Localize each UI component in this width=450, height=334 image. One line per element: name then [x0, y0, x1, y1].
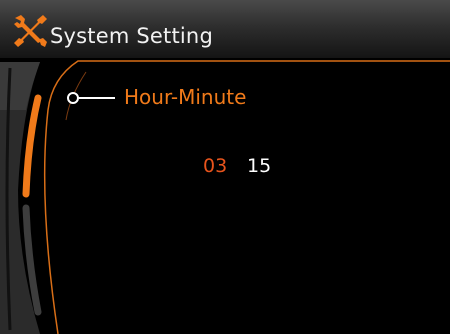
setting-item-hour-minute[interactable]: Hour-Minute [124, 85, 246, 109]
hour-value[interactable]: 03 [203, 154, 227, 178]
time-value-row: 03 15 [0, 154, 450, 180]
screen: System Setting Hour-Minute 03 15 [0, 0, 450, 334]
minute-value[interactable]: 15 [247, 154, 271, 178]
